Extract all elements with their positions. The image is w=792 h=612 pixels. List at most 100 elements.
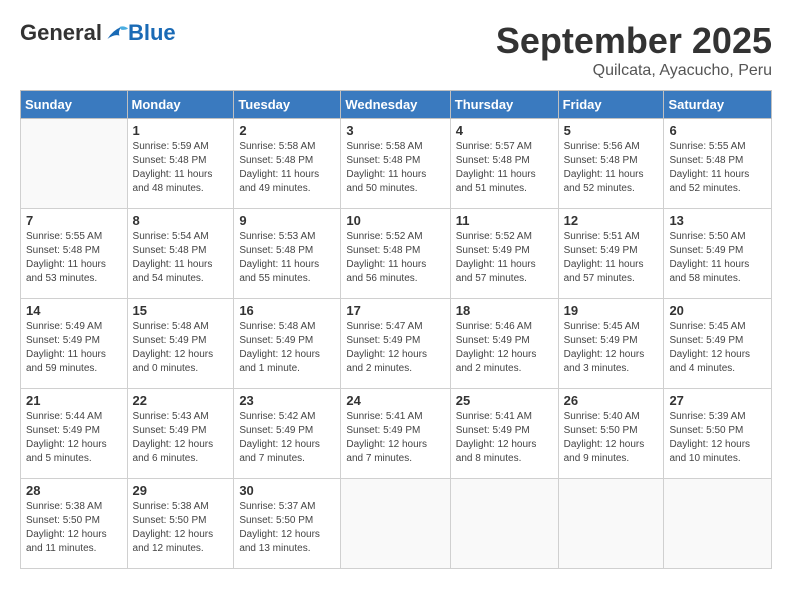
calendar-week-row: 7 Sunrise: 5:55 AMSunset: 5:48 PMDaylight… xyxy=(21,209,772,299)
day-detail: Sunrise: 5:39 AMSunset: 5:50 PMDaylight:… xyxy=(669,410,766,466)
day-number: 6 xyxy=(669,123,766,138)
calendar-day-header: Wednesday xyxy=(341,91,450,119)
day-detail: Sunrise: 5:43 AMSunset: 5:49 PMDaylight:… xyxy=(133,410,229,466)
calendar-day-cell: 5 Sunrise: 5:56 AMSunset: 5:48 PMDaylight… xyxy=(558,119,664,209)
day-detail: Sunrise: 5:53 AMSunset: 5:48 PMDaylight:… xyxy=(239,230,335,286)
calendar-day-cell: 14Sunrise: 5:49 AMSunset: 5:49 PMDayligh… xyxy=(21,299,128,389)
calendar-day-cell: 11 Sunrise: 5:52 AMSunset: 5:49 PMDayligh… xyxy=(450,209,558,299)
day-number: 11 xyxy=(456,213,553,228)
day-number: 27 xyxy=(669,393,766,408)
calendar-body: 1Sunrise: 5:59 AMSunset: 5:48 PMDaylight… xyxy=(21,119,772,569)
calendar-day-cell: 2 Sunrise: 5:58 AMSunset: 5:48 PMDaylight… xyxy=(234,119,341,209)
day-detail: Sunrise: 5:58 AMSunset: 5:48 PMDaylight:… xyxy=(239,140,335,196)
logo-blue: Blue xyxy=(128,20,176,46)
calendar-day-cell: 30 Sunrise: 5:37 AMSunset: 5:50 PMDayligh… xyxy=(234,479,341,569)
calendar-day-cell xyxy=(664,479,772,569)
calendar-day-cell: 20 Sunrise: 5:45 AMSunset: 5:49 PMDayligh… xyxy=(664,299,772,389)
day-detail: Sunrise: 5:55 AMSunset: 5:48 PMDaylight:… xyxy=(669,140,766,196)
calendar-day-cell: 27 Sunrise: 5:39 AMSunset: 5:50 PMDayligh… xyxy=(664,389,772,479)
day-detail: Sunrise: 5:51 AMSunset: 5:49 PMDaylight:… xyxy=(564,230,659,286)
day-number: 17 xyxy=(346,303,444,318)
day-detail: Sunrise: 5:38 AMSunset: 5:50 PMDaylight:… xyxy=(26,500,122,556)
day-number: 18 xyxy=(456,303,553,318)
day-number: 5 xyxy=(564,123,659,138)
calendar-week-row: 14Sunrise: 5:49 AMSunset: 5:49 PMDayligh… xyxy=(21,299,772,389)
day-number: 30 xyxy=(239,483,335,498)
calendar-day-cell: 17Sunrise: 5:47 AMSunset: 5:49 PMDayligh… xyxy=(341,299,450,389)
calendar-day-cell: 4 Sunrise: 5:57 AMSunset: 5:48 PMDaylight… xyxy=(450,119,558,209)
logo-bird-icon xyxy=(104,23,128,43)
calendar-day-cell: 1Sunrise: 5:59 AMSunset: 5:48 PMDaylight… xyxy=(127,119,234,209)
calendar-week-row: 21 Sunrise: 5:44 AMSunset: 5:49 PMDayligh… xyxy=(21,389,772,479)
calendar-day-cell: 16 Sunrise: 5:48 AMSunset: 5:49 PMDayligh… xyxy=(234,299,341,389)
calendar-day-cell: 15 Sunrise: 5:48 AMSunset: 5:49 PMDayligh… xyxy=(127,299,234,389)
calendar-day-header: Saturday xyxy=(664,91,772,119)
calendar-week-row: 1Sunrise: 5:59 AMSunset: 5:48 PMDaylight… xyxy=(21,119,772,209)
day-number: 4 xyxy=(456,123,553,138)
day-detail: Sunrise: 5:40 AMSunset: 5:50 PMDaylight:… xyxy=(564,410,659,466)
calendar-day-cell xyxy=(341,479,450,569)
day-number: 16 xyxy=(239,303,335,318)
day-detail: Sunrise: 5:49 AMSunset: 5:49 PMDaylight:… xyxy=(26,320,122,376)
calendar-day-header: Thursday xyxy=(450,91,558,119)
calendar-day-cell: 29Sunrise: 5:38 AMSunset: 5:50 PMDayligh… xyxy=(127,479,234,569)
day-detail: Sunrise: 5:45 AMSunset: 5:49 PMDaylight:… xyxy=(564,320,659,376)
calendar-day-cell: 25Sunrise: 5:41 AMSunset: 5:49 PMDayligh… xyxy=(450,389,558,479)
day-number: 25 xyxy=(456,393,553,408)
day-number: 10 xyxy=(346,213,444,228)
calendar-week-row: 28 Sunrise: 5:38 AMSunset: 5:50 PMDayligh… xyxy=(21,479,772,569)
day-detail: Sunrise: 5:54 AMSunset: 5:48 PMDaylight:… xyxy=(133,230,229,286)
logo: General Blue xyxy=(20,20,176,46)
calendar-subtitle: Quilcata, Ayacucho, Peru xyxy=(496,62,772,80)
calendar-day-cell: 24 Sunrise: 5:41 AMSunset: 5:49 PMDayligh… xyxy=(341,389,450,479)
calendar-day-header: Friday xyxy=(558,91,664,119)
day-detail: Sunrise: 5:48 AMSunset: 5:49 PMDaylight:… xyxy=(239,320,335,376)
day-number: 24 xyxy=(346,393,444,408)
day-number: 15 xyxy=(133,303,229,318)
day-detail: Sunrise: 5:56 AMSunset: 5:48 PMDaylight:… xyxy=(564,140,659,196)
calendar-day-cell: 10 Sunrise: 5:52 AMSunset: 5:48 PMDayligh… xyxy=(341,209,450,299)
day-detail: Sunrise: 5:46 AMSunset: 5:49 PMDaylight:… xyxy=(456,320,553,376)
day-number: 9 xyxy=(239,213,335,228)
calendar-day-cell: 6 Sunrise: 5:55 AMSunset: 5:48 PMDaylight… xyxy=(664,119,772,209)
day-number: 21 xyxy=(26,393,122,408)
calendar-day-header: Tuesday xyxy=(234,91,341,119)
day-number: 7 xyxy=(26,213,122,228)
calendar-day-cell: 26 Sunrise: 5:40 AMSunset: 5:50 PMDayligh… xyxy=(558,389,664,479)
calendar-table: SundayMondayTuesdayWednesdayThursdayFrid… xyxy=(20,90,772,569)
day-number: 13 xyxy=(669,213,766,228)
day-detail: Sunrise: 5:58 AMSunset: 5:48 PMDaylight:… xyxy=(346,140,444,196)
calendar-day-cell: 3Sunrise: 5:58 AMSunset: 5:48 PMDaylight… xyxy=(341,119,450,209)
calendar-day-cell: 23Sunrise: 5:42 AMSunset: 5:49 PMDayligh… xyxy=(234,389,341,479)
calendar-day-cell xyxy=(21,119,128,209)
day-detail: Sunrise: 5:41 AMSunset: 5:49 PMDaylight:… xyxy=(346,410,444,466)
day-detail: Sunrise: 5:45 AMSunset: 5:49 PMDaylight:… xyxy=(669,320,766,376)
calendar-day-cell: 21 Sunrise: 5:44 AMSunset: 5:49 PMDayligh… xyxy=(21,389,128,479)
title-section: September 2025 Quilcata, Ayacucho, Peru xyxy=(496,20,772,80)
day-number: 28 xyxy=(26,483,122,498)
day-detail: Sunrise: 5:37 AMSunset: 5:50 PMDaylight:… xyxy=(239,500,335,556)
page-header: General Blue September 2025 Quilcata, Ay… xyxy=(20,20,772,80)
day-detail: Sunrise: 5:44 AMSunset: 5:49 PMDaylight:… xyxy=(26,410,122,466)
day-detail: Sunrise: 5:38 AMSunset: 5:50 PMDaylight:… xyxy=(133,500,229,556)
calendar-day-cell: 28 Sunrise: 5:38 AMSunset: 5:50 PMDayligh… xyxy=(21,479,128,569)
day-detail: Sunrise: 5:48 AMSunset: 5:49 PMDaylight:… xyxy=(133,320,229,376)
day-number: 26 xyxy=(564,393,659,408)
day-detail: Sunrise: 5:52 AMSunset: 5:49 PMDaylight:… xyxy=(456,230,553,286)
calendar-day-cell: 9 Sunrise: 5:53 AMSunset: 5:48 PMDaylight… xyxy=(234,209,341,299)
day-number: 8 xyxy=(133,213,229,228)
calendar-day-cell: 13 Sunrise: 5:50 AMSunset: 5:49 PMDayligh… xyxy=(664,209,772,299)
day-detail: Sunrise: 5:50 AMSunset: 5:49 PMDaylight:… xyxy=(669,230,766,286)
calendar-day-cell xyxy=(450,479,558,569)
day-detail: Sunrise: 5:57 AMSunset: 5:48 PMDaylight:… xyxy=(456,140,553,196)
day-number: 20 xyxy=(669,303,766,318)
day-number: 12 xyxy=(564,213,659,228)
calendar-day-cell: 7 Sunrise: 5:55 AMSunset: 5:48 PMDaylight… xyxy=(21,209,128,299)
calendar-day-cell: 19 Sunrise: 5:45 AMSunset: 5:49 PMDayligh… xyxy=(558,299,664,389)
day-number: 2 xyxy=(239,123,335,138)
calendar-title: September 2025 xyxy=(496,20,772,62)
day-number: 19 xyxy=(564,303,659,318)
day-detail: Sunrise: 5:52 AMSunset: 5:48 PMDaylight:… xyxy=(346,230,444,286)
day-detail: Sunrise: 5:55 AMSunset: 5:48 PMDaylight:… xyxy=(26,230,122,286)
calendar-day-cell: 8 Sunrise: 5:54 AMSunset: 5:48 PMDaylight… xyxy=(127,209,234,299)
